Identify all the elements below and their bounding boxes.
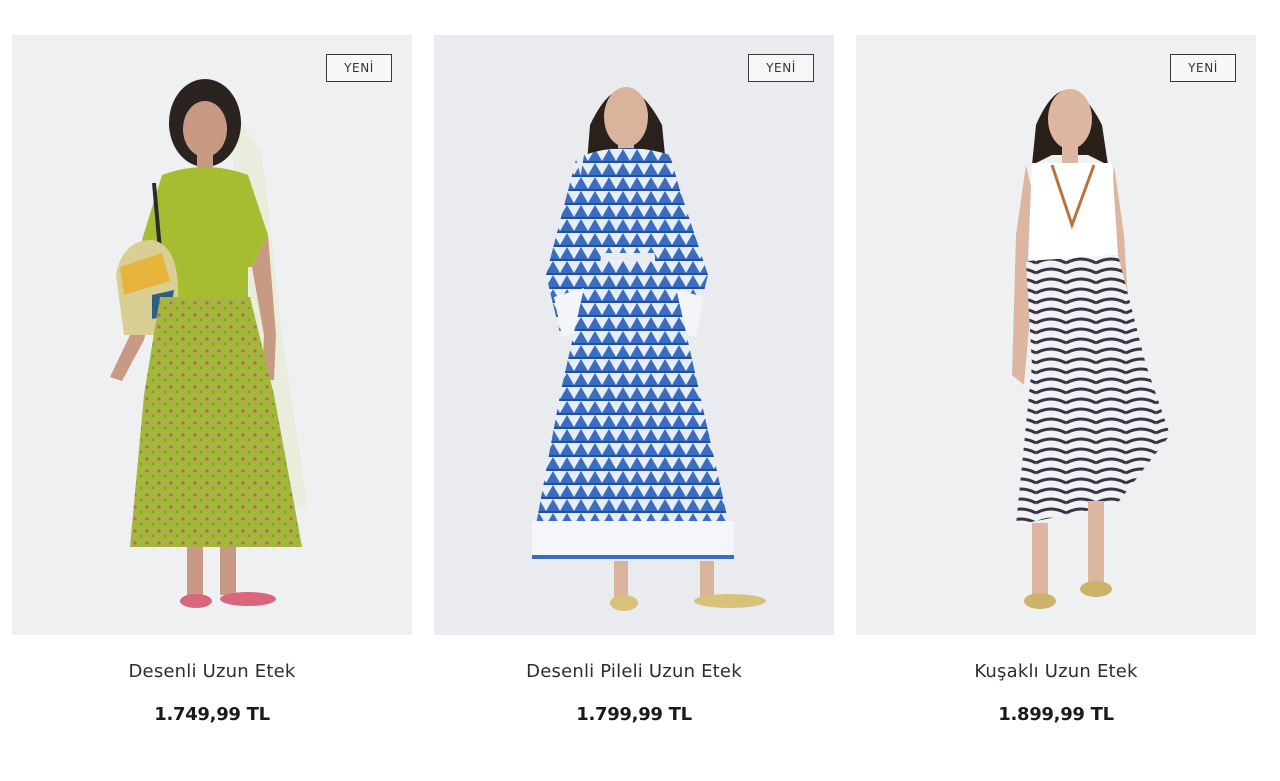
product-name[interactable]: Desenli Uzun Etek <box>12 661 412 682</box>
product-name[interactable]: Desenli Pileli Uzun Etek <box>434 661 834 682</box>
product-image[interactable]: YENİ <box>434 35 834 635</box>
product-card[interactable]: YENİ Kuşaklı Uzun Etek 1.899,99 TL <box>856 35 1256 725</box>
new-badge: YENİ <box>748 54 814 82</box>
new-badge: YENİ <box>1170 54 1236 82</box>
product-image[interactable]: YENİ <box>856 35 1256 635</box>
product-price: 1.799,99 TL <box>576 704 692 725</box>
product-image[interactable]: YENİ <box>12 35 412 635</box>
model-blue-pleated-skirt-illustration <box>434 35 834 635</box>
product-grid: YENİ Desenli Uzun Etek 1.749,99 TL YENİ … <box>0 0 1280 781</box>
model-wrap-skirt-illustration <box>856 35 1256 635</box>
product-name[interactable]: Kuşaklı Uzun Etek <box>856 661 1256 682</box>
product-price: 1.749,99 TL <box>154 704 270 725</box>
product-card[interactable]: YENİ Desenli Pileli Uzun Etek 1.799,99 T… <box>434 35 834 725</box>
product-price: 1.899,99 TL <box>998 704 1114 725</box>
new-badge: YENİ <box>326 54 392 82</box>
model-green-skirt-illustration <box>12 35 412 635</box>
product-card[interactable]: YENİ Desenli Uzun Etek 1.749,99 TL <box>12 35 412 725</box>
